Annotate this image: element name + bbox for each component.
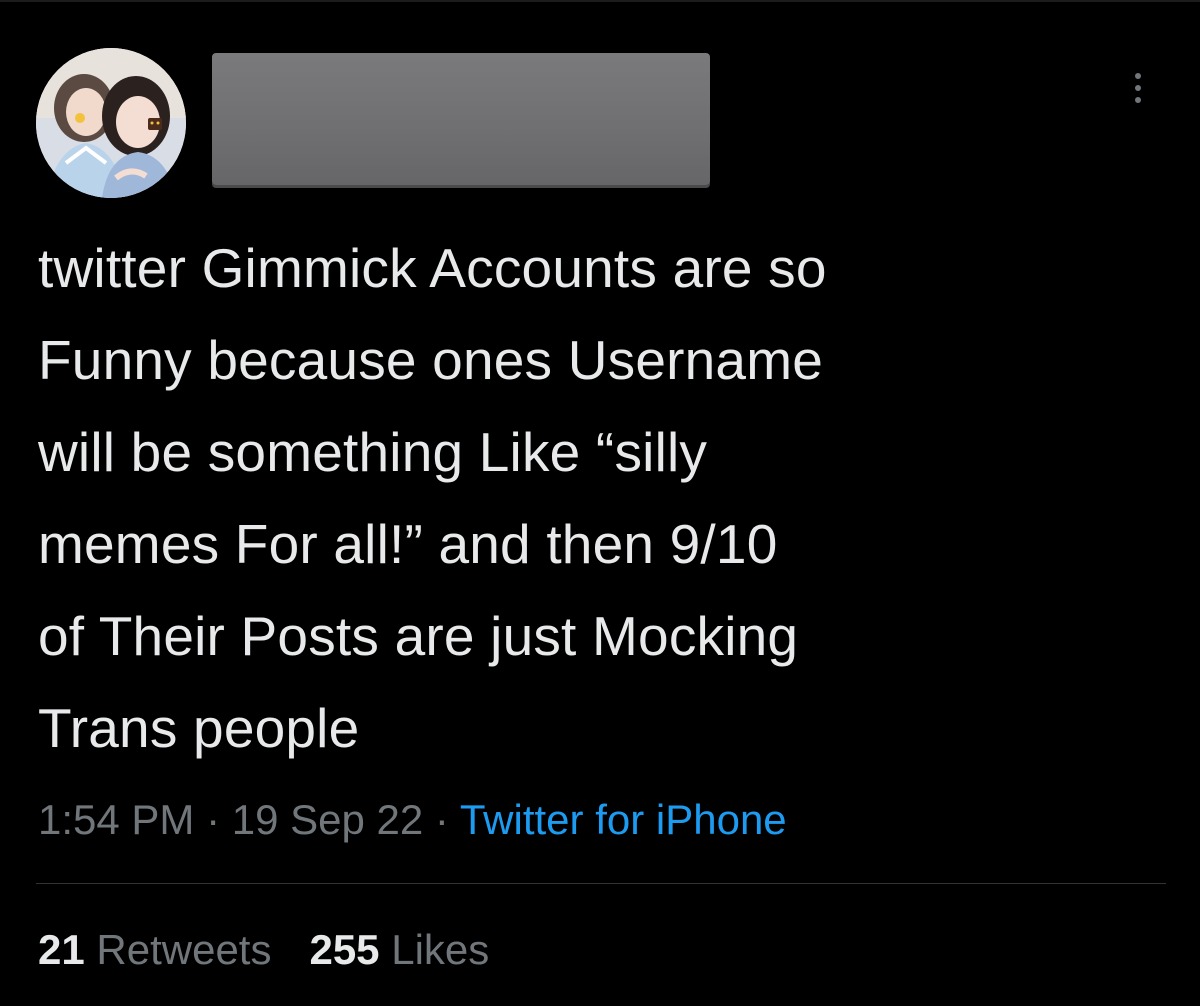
more-icon-dot — [1135, 97, 1141, 103]
more-horizontal-icon — [1135, 73, 1141, 79]
retweets-stat[interactable]: 21 Retweets — [38, 926, 271, 973]
likes-count: 255 — [309, 926, 380, 973]
more-options-button[interactable] — [1118, 62, 1158, 114]
tweet-time[interactable]: 1:54 PM — [38, 796, 194, 843]
tweet-source-link[interactable]: Twitter for iPhone — [460, 796, 787, 843]
avatar-photo — [36, 48, 186, 198]
likes-stat[interactable]: 255 Likes — [309, 926, 489, 973]
tweet-date[interactable]: 19 Sep 22 — [232, 796, 424, 843]
retweets-label: Retweets — [96, 926, 272, 973]
tweet: twitter Gimmick Accounts are so Funny be… — [0, 0, 1200, 1006]
tweet-metadata: 1:54 PM · 19 Sep 22 · Twitter for iPhone — [38, 790, 787, 850]
more-icon-dot — [1135, 85, 1141, 91]
meta-separator: · — [194, 796, 232, 843]
redacted-username-block — [212, 53, 710, 185]
tweet-text: twitter Gimmick Accounts are so Funny be… — [38, 237, 827, 759]
engagement-stats: 21 Retweets 255 Likes — [38, 920, 489, 980]
likes-label: Likes — [391, 926, 490, 973]
avatar[interactable] — [36, 48, 186, 198]
top-divider — [0, 0, 1200, 2]
stats-divider — [36, 883, 1166, 884]
meta-separator: · — [423, 796, 460, 843]
retweets-count: 21 — [38, 926, 85, 973]
